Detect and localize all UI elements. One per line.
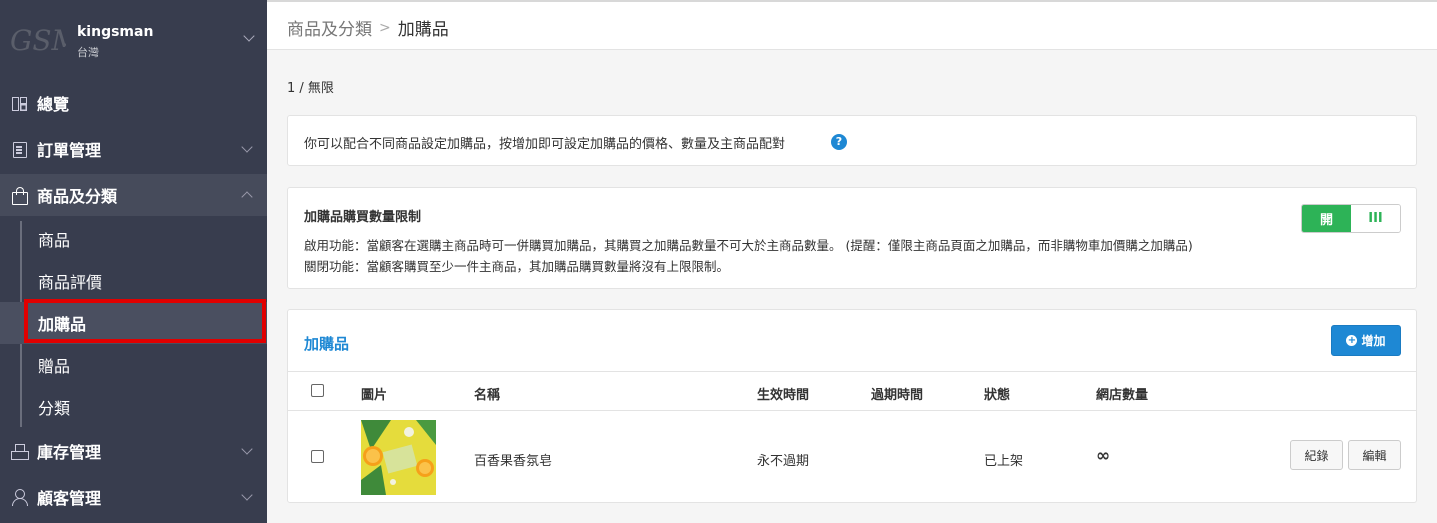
subnav-item-addons[interactable]: 加購品 bbox=[0, 302, 267, 344]
nav-overview-label: 總覽 bbox=[37, 95, 70, 114]
limit-off-description: 關閉功能：當顧客購買至少一件主商品，其加購品購買數量將沒有上限限制。 bbox=[304, 259, 730, 274]
inventory-icon bbox=[11, 443, 29, 460]
sidebar: GSM kingsman 台灣 總覽 訂單管理 商品及分類 商品 商品評價 加購… bbox=[0, 0, 267, 523]
chevron-down-icon bbox=[243, 30, 255, 42]
product-thumbnail[interactable] bbox=[361, 420, 436, 495]
store-switcher[interactable]: GSM kingsman 台灣 bbox=[0, 0, 267, 82]
nav-overview[interactable]: 總覽 bbox=[0, 82, 267, 124]
nav-orders[interactable]: 訂單管理 bbox=[0, 128, 267, 170]
user-icon bbox=[11, 489, 28, 506]
breadcrumb: 商品及分類 > 加購品 bbox=[287, 15, 449, 41]
quota-count: 1 / 無限 bbox=[287, 81, 334, 96]
top-bar: 商品及分類 > 加購品 bbox=[267, 0, 1437, 50]
col-stores: 網店數量 bbox=[1096, 388, 1149, 403]
breadcrumb-parent[interactable]: 商品及分類 bbox=[287, 15, 372, 40]
toggle-on[interactable]: 開 bbox=[1302, 205, 1351, 232]
info-text: 你可以配合不同商品設定加購品，按增加即可設定加購品的價格、數量及主商品配對 bbox=[304, 137, 786, 152]
product-image bbox=[361, 420, 436, 495]
info-card: 你可以配合不同商品設定加購品，按增加即可設定加購品的價格、數量及主商品配對 ? bbox=[287, 115, 1417, 166]
breadcrumb-current: 加購品 bbox=[397, 20, 449, 40]
add-button-label: 增加 bbox=[1361, 334, 1386, 348]
col-start: 生效時間 bbox=[757, 388, 810, 403]
help-icon[interactable]: ? bbox=[831, 134, 847, 150]
addon-list-card: 加購品 + 增加 圖片 名稱 生效時間 過期時間 狀態 網店數量 百香果香氛皂 … bbox=[287, 309, 1417, 503]
col-status: 狀態 bbox=[984, 388, 1011, 403]
chevron-down-icon bbox=[241, 141, 253, 153]
list-title: 加購品 bbox=[304, 335, 350, 353]
col-end: 過期時間 bbox=[871, 388, 924, 403]
breadcrumb-separator: > bbox=[379, 19, 391, 36]
row-start: 永不過期 bbox=[757, 454, 810, 469]
nav-inventory[interactable]: 庫存管理 bbox=[0, 430, 267, 472]
limit-on-description: 啟用功能：當顧客在選購主商品時可一併購買加購品，其購買之加購品數量不可大於主商品… bbox=[304, 238, 1193, 253]
dashboard-icon bbox=[11, 95, 27, 111]
limit-card: 加購品購買數量限制 啟用功能：當顧客在選購主商品時可一併購買加購品，其購買之加購… bbox=[287, 187, 1417, 289]
table-header: 圖片 名稱 生效時間 過期時間 狀態 網店數量 bbox=[288, 371, 1416, 411]
chevron-down-icon bbox=[241, 443, 253, 455]
table-row: 百香果香氛皂 永不過期 已上架 ∞ 紀錄 編輯 bbox=[288, 411, 1416, 503]
chevron-up-icon bbox=[241, 191, 253, 203]
nav-inventory-label: 庫存管理 bbox=[37, 443, 102, 462]
nav-customers-label: 顧客管理 bbox=[37, 489, 102, 508]
row-checkbox[interactable] bbox=[311, 450, 324, 463]
subnav-item-categories[interactable]: 分類 bbox=[0, 386, 267, 428]
col-image: 圖片 bbox=[361, 388, 388, 403]
nav-products-label: 商品及分類 bbox=[37, 187, 118, 206]
col-name: 名稱 bbox=[474, 388, 501, 403]
nav-products[interactable]: 商品及分類 bbox=[0, 174, 267, 216]
add-button[interactable]: + 增加 bbox=[1331, 325, 1401, 356]
log-button[interactable]: 紀錄 bbox=[1290, 440, 1343, 470]
limit-toggle[interactable]: 開 III bbox=[1301, 204, 1401, 233]
nav-orders-label: 訂單管理 bbox=[37, 141, 102, 160]
shopping-bag-icon bbox=[11, 187, 28, 205]
subnav-item-gifts[interactable]: 贈品 bbox=[0, 344, 267, 386]
chevron-down-icon bbox=[241, 489, 253, 501]
select-all-checkbox[interactable] bbox=[311, 384, 324, 397]
row-status: 已上架 bbox=[984, 454, 1024, 469]
edit-button[interactable]: 編輯 bbox=[1348, 440, 1401, 470]
document-icon bbox=[11, 141, 27, 158]
toggle-off[interactable]: III bbox=[1351, 205, 1400, 232]
plus-circle-icon: + bbox=[1346, 335, 1358, 346]
store-region: 台灣 bbox=[77, 46, 99, 59]
row-stores: ∞ bbox=[1096, 446, 1111, 466]
subnav-item-reviews[interactable]: 商品評價 bbox=[0, 260, 267, 302]
brand-logo: GSM bbox=[10, 24, 66, 57]
limit-title: 加購品購買數量限制 bbox=[304, 210, 422, 225]
nav-customers[interactable]: 顧客管理 bbox=[0, 476, 267, 518]
subnav-item-products[interactable]: 商品 bbox=[0, 218, 267, 260]
row-name[interactable]: 百香果香氛皂 bbox=[474, 450, 552, 469]
store-name: kingsman bbox=[77, 24, 154, 40]
